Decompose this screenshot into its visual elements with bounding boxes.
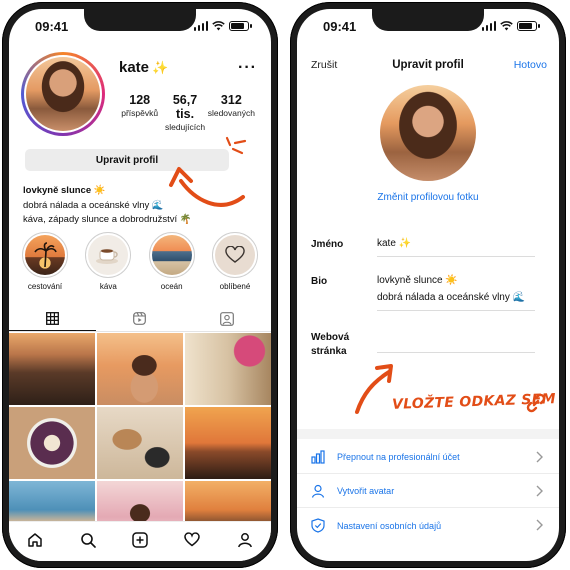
link-icon	[526, 393, 546, 413]
story-highlights: cestování káva oceán oblíbené	[15, 232, 265, 291]
bio-field-line: lovkyně slunce ☀️	[377, 275, 458, 286]
heart-outline-icon	[214, 235, 255, 275]
bio-line: káva, západy slunce a dobrodružství 🌴	[23, 214, 192, 225]
profile-tabs	[9, 306, 271, 332]
phone-profile: 09:41 kate ✨ ··· 128 příspěvků 56,7 tis. sl…	[2, 2, 278, 568]
profile-photo[interactable]	[380, 85, 476, 181]
profile-screen: 09:41 kate ✨ ··· 128 příspěvků 56,7 tis. sl…	[9, 9, 271, 561]
more-options-icon[interactable]: ···	[238, 59, 257, 77]
bio-line: dobrá nálada a oceánské vlny 🌊	[23, 199, 164, 211]
grid-photo-iced-coffee-camera[interactable]	[97, 407, 183, 479]
highlight-ocean[interactable]: oceán	[146, 232, 198, 291]
grid-photo-palm-sunset[interactable]	[185, 407, 271, 479]
grid-photo-beach-restaurant[interactable]	[9, 333, 95, 405]
bio: lovkyně slunce ☀️ dobrá nálada a oceánsk…	[23, 184, 257, 228]
tagged-person-icon	[220, 311, 235, 326]
stat-posts[interactable]: 128 příspěvků	[117, 93, 162, 132]
website-label: Webová stránka	[311, 332, 350, 357]
stat-followers[interactable]: 56,7 tis. sledujících	[162, 93, 207, 132]
bio-name: lovkyně slunce ☀️	[23, 185, 106, 196]
emphasis-lines-icon	[225, 136, 247, 155]
username: kate ✨	[119, 59, 169, 76]
grid-icon	[46, 311, 60, 325]
name-label: Jméno	[311, 239, 344, 250]
bio-field[interactable]: lovkyně slunce ☀️ dobrá nálada a oceánsk…	[377, 272, 535, 311]
status-time: 09:41	[323, 18, 357, 34]
grid-photo-street-flowers[interactable]	[185, 333, 271, 405]
menu-personal-settings[interactable]: Nastavení osobních údajů	[297, 509, 559, 542]
profile-icon[interactable]	[237, 532, 253, 548]
avatar[interactable]	[21, 52, 105, 136]
photo-grid	[9, 333, 271, 553]
notch	[84, 9, 196, 31]
shield-icon	[311, 518, 325, 533]
avatar-photo	[26, 57, 100, 131]
signal-icon	[193, 21, 208, 31]
highlight-coffee[interactable]: káva	[82, 232, 134, 291]
person-icon	[311, 484, 325, 498]
battery-icon	[229, 21, 252, 31]
tab-tagged[interactable]	[184, 306, 271, 331]
done-button[interactable]: Hotovo	[514, 59, 547, 71]
stage: 09:41 kate ✨ ··· 128 příspěvků 56,7 tis. sl…	[0, 0, 570, 570]
change-photo-link[interactable]: Změnit profilovou fotku	[297, 192, 559, 203]
grid-photo-woman-beach-sunset[interactable]	[97, 333, 183, 405]
wifi-icon	[212, 21, 225, 31]
section-divider	[297, 429, 559, 439]
heart-icon[interactable]	[184, 532, 201, 547]
bottom-nav	[9, 521, 271, 561]
edit-top-bar: Zrušit Upravit profil Hotovo	[297, 55, 559, 79]
menu-create-avatar[interactable]: Vytvořit avatar	[297, 475, 559, 508]
chevron-right-icon	[536, 485, 543, 497]
battery-icon	[517, 21, 540, 31]
profile-stats: 128 příspěvků 56,7 tis. sledujících 312 sle…	[117, 93, 255, 132]
palm-sunset-icon	[25, 235, 65, 275]
chevron-right-icon	[536, 451, 543, 463]
highlight-travel[interactable]: cestování	[19, 232, 71, 291]
name-field[interactable]: kate ✨	[377, 235, 535, 257]
tab-grid[interactable]	[9, 306, 97, 331]
profile-header: kate ✨ ··· 128 příspěvků 56,7 tis. sledujíc…	[19, 47, 261, 147]
bar-chart-icon	[311, 450, 325, 464]
create-post-icon[interactable]	[132, 531, 148, 548]
sparkle-icon: ✨	[152, 60, 169, 75]
website-field[interactable]	[377, 331, 535, 353]
notch	[372, 9, 484, 31]
chevron-right-icon	[536, 519, 543, 531]
bio-field-line: dobrá nálada a oceánské vlny 🌊	[377, 292, 526, 303]
bio-label: Bio	[311, 276, 328, 287]
signal-icon	[481, 21, 496, 31]
stat-following[interactable]: 312 sledovaných	[208, 93, 255, 132]
search-icon[interactable]	[80, 532, 96, 548]
coffee-cup-icon	[88, 235, 129, 275]
edit-profile-screen: 09:41 Zrušit Upravit profil Hotovo Změni…	[297, 9, 559, 561]
menu-professional-account[interactable]: Přepnout na profesionální účet	[297, 441, 559, 474]
grid-photo-acai-bowl[interactable]	[9, 407, 95, 479]
reels-icon	[133, 312, 147, 325]
highlight-favorites[interactable]: oblíbené	[209, 232, 261, 291]
tab-reels[interactable]	[96, 306, 183, 331]
ocean-waves-icon	[151, 235, 192, 275]
phone-edit-profile: 09:41 Zrušit Upravit profil Hotovo Změni…	[290, 2, 566, 568]
wifi-icon	[500, 21, 513, 31]
status-time: 09:41	[35, 18, 69, 34]
home-icon[interactable]	[27, 532, 43, 548]
